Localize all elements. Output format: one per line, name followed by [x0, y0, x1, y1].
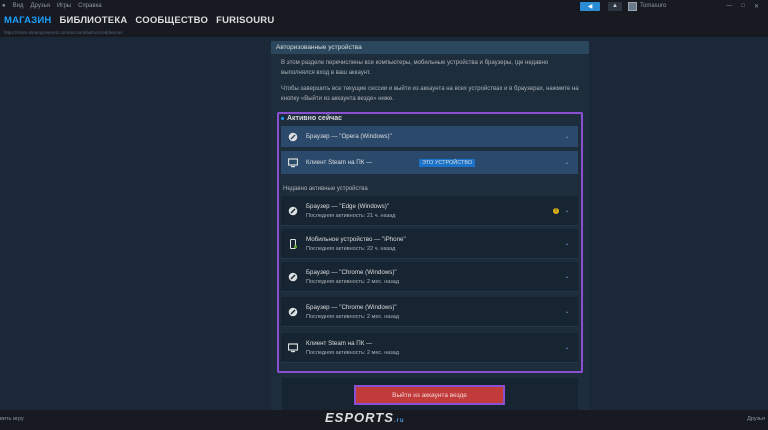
- browser-icon: [288, 206, 298, 216]
- last-activity: Последняя активность: 22 ч. назад: [306, 245, 396, 252]
- device-row-active-steam-client[interactable]: Клиент Steam на ПК — ЭТО УСТРОЙСТВО ⌄: [281, 151, 578, 174]
- signout-everywhere-button[interactable]: Выйти из аккаунта везде: [354, 385, 505, 405]
- friends-chat-button[interactable]: Друзья: [747, 416, 765, 422]
- description-text: В этом разделе перечислены все компьютер…: [281, 60, 549, 76]
- url-bar[interactable]: https://store.steampowered.com/account/a…: [0, 28, 768, 37]
- last-activity: Последняя активность: 2 мес. назад: [306, 278, 400, 285]
- maximize-icon[interactable]: □: [741, 3, 745, 9]
- device-name: Клиент Steam на ПК —: [306, 339, 373, 347]
- last-activity: Последняя активность: 2 мес. назад: [306, 349, 400, 356]
- device-row-recent-iphone[interactable]: Мобильное устройство — "iPhone" Последня…: [281, 229, 578, 259]
- last-activity: Последняя активность: 2 мес. назад: [306, 313, 400, 320]
- device-name: Клиент Steam на ПК —: [306, 158, 373, 166]
- minimize-icon[interactable]: —: [726, 3, 732, 9]
- menu-item-help[interactable]: Справка: [78, 3, 102, 9]
- chevron-down-icon[interactable]: ⌄: [564, 133, 570, 140]
- device-name: Браузер — "Chrome (Windows)": [306, 268, 397, 276]
- device-row-recent-steam-client[interactable]: Клиент Steam на ПК — Последняя активност…: [281, 333, 578, 363]
- watermark-logo: ESPORTS.ru: [325, 410, 405, 425]
- browser-icon: [288, 307, 298, 317]
- bell-icon: ▲: [612, 3, 618, 9]
- device-row-recent-edge[interactable]: Браузер — "Edge (Windows)" Последняя акт…: [281, 196, 578, 226]
- close-icon[interactable]: ✕: [754, 3, 759, 10]
- browser-icon: [288, 272, 298, 282]
- nav-community[interactable]: СООБЩЕСТВО: [135, 15, 208, 26]
- device-name: Мобильное устройство — "iPhone": [306, 235, 406, 243]
- steam-menu-icon[interactable]: ●: [2, 3, 6, 9]
- chevron-down-icon[interactable]: ⌄: [564, 159, 570, 166]
- device-name: Браузер — "Chrome (Windows)": [306, 303, 397, 311]
- menu-item-games[interactable]: Игры: [57, 3, 71, 9]
- this-device-badge: ЭТО УСТРОЙСТВО: [418, 158, 476, 167]
- device-row-recent-chrome-1[interactable]: Браузер — "Chrome (Windows)" Последняя а…: [281, 262, 578, 292]
- device-name: Браузер — "Opera (Windows)": [306, 133, 392, 140]
- phone-icon: [288, 238, 298, 249]
- main-nav: МАГАЗИН БИБЛИОТЕКА СООБЩЕСТВО FURISOURU: [0, 12, 768, 28]
- recent-devices-heading: Недавно активные устройства: [283, 186, 368, 192]
- menu-item-view[interactable]: Вид: [13, 3, 24, 9]
- avatar[interactable]: [628, 1, 637, 11]
- announcement-button[interactable]: ◀: [580, 1, 600, 11]
- monitor-icon: [288, 157, 298, 168]
- browser-icon: [288, 132, 298, 142]
- nav-library[interactable]: БИБЛИОТЕКА: [59, 15, 127, 26]
- megaphone-icon: ◀: [587, 3, 593, 10]
- chevron-down-icon[interactable]: ⌄: [564, 308, 570, 315]
- username-dropdown[interactable]: Tomasuro: [640, 3, 666, 9]
- last-activity: Последняя активность: 21 ч. назад: [306, 212, 396, 219]
- chevron-down-icon[interactable]: ⌄: [564, 240, 570, 247]
- panel-header: Авторизованные устройства: [271, 41, 589, 54]
- nav-store[interactable]: МАГАЗИН: [4, 15, 51, 26]
- add-game-button[interactable]: вить игру: [0, 416, 24, 422]
- active-now-heading: Активно сейчас: [281, 115, 342, 122]
- chevron-down-icon[interactable]: ⌄: [564, 273, 570, 280]
- monitor-icon: [288, 342, 298, 353]
- chevron-down-icon[interactable]: ⌄: [564, 344, 570, 351]
- notifications-button[interactable]: ▲: [608, 1, 622, 11]
- device-row-recent-chrome-2[interactable]: Браузер — "Chrome (Windows)" Последняя а…: [281, 297, 578, 327]
- chevron-down-icon[interactable]: ⌄: [564, 207, 570, 214]
- description-text-signout: Чтобы завершить все текущие сессии и вый…: [281, 86, 579, 102]
- top-right-controls: ◀ ▲ Tomasuro — □ ✕: [580, 0, 768, 12]
- device-row-active-opera[interactable]: Браузер — "Opera (Windows)" ⌄: [281, 126, 578, 147]
- device-name: Браузер — "Edge (Windows)": [306, 202, 390, 210]
- warning-icon[interactable]: !: [553, 207, 559, 214]
- menu-item-friends[interactable]: Друзья: [30, 3, 49, 9]
- nav-profile[interactable]: FURISOURU: [216, 15, 274, 26]
- active-dot-icon: [281, 117, 284, 120]
